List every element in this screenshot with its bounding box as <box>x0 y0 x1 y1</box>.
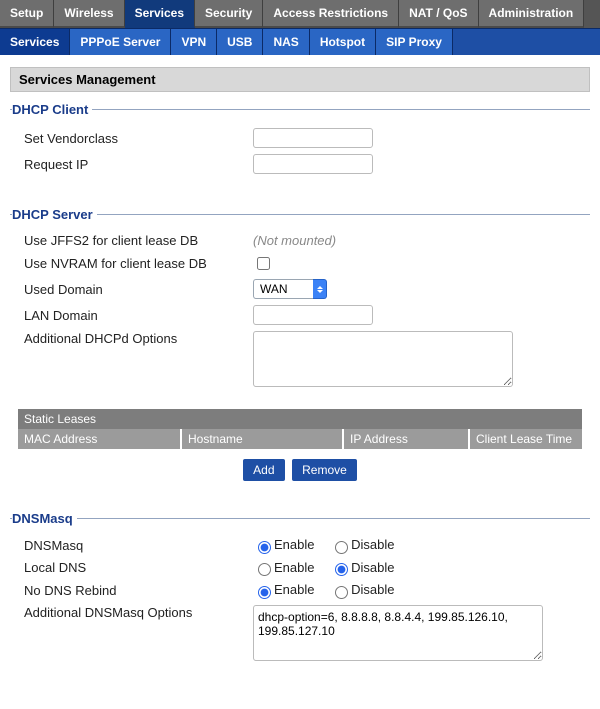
select-used-domain[interactable]: WAN <box>253 279 327 299</box>
label-jffs2: Use JFFS2 for client lease DB <box>18 233 253 248</box>
radio-dnsmasq-enable-wrap[interactable]: Enable <box>253 537 314 552</box>
static-leases-table: Static Leases MAC Address Hostname IP Ad… <box>18 409 582 449</box>
label-local-dns: Local DNS <box>18 560 253 575</box>
radio-localdns-enable[interactable] <box>258 563 271 576</box>
subtab-pppoe-server[interactable]: PPPoE Server <box>70 29 171 55</box>
textarea-dhcpd-options[interactable] <box>253 331 513 387</box>
subtab-hotspot[interactable]: Hotspot <box>310 29 376 55</box>
add-button[interactable]: Add <box>243 459 284 481</box>
tab-access-restrictions[interactable]: Access Restrictions <box>263 0 399 28</box>
section-dnsmasq: DNSMasq DNSMasq Enable Disable Local DNS… <box>10 511 590 679</box>
label-lan-domain: LAN Domain <box>18 308 253 323</box>
radio-norebind-enable[interactable] <box>258 586 271 599</box>
radio-norebind-disable-wrap[interactable]: Disable <box>330 582 394 597</box>
legend-dhcp-client: DHCP Client <box>12 102 92 117</box>
radio-enable-text: Enable <box>274 582 314 597</box>
top-nav: Setup Wireless Services Security Access … <box>0 0 600 28</box>
col-ip-address: IP Address <box>344 429 470 449</box>
radio-localdns-disable[interactable] <box>335 563 348 576</box>
radio-localdns-disable-wrap[interactable]: Disable <box>330 560 394 575</box>
label-request-ip: Request IP <box>18 157 253 172</box>
radio-enable-text: Enable <box>274 560 314 575</box>
tab-wireless[interactable]: Wireless <box>54 0 124 28</box>
radio-norebind-disable[interactable] <box>335 586 348 599</box>
remove-button[interactable]: Remove <box>292 459 357 481</box>
section-dhcp-server: DHCP Server Use JFFS2 for client lease D… <box>10 207 590 493</box>
subtab-vpn[interactable]: VPN <box>171 29 217 55</box>
label-vendorclass: Set Vendorclass <box>18 131 253 146</box>
legend-dnsmasq: DNSMasq <box>12 511 77 526</box>
input-lan-domain[interactable] <box>253 305 373 325</box>
content-area: Services Management DHCP Client Set Vend… <box>0 55 600 709</box>
col-lease-time: Client Lease Time <box>470 429 582 449</box>
radio-dnsmasq-disable[interactable] <box>335 541 348 554</box>
checkbox-nvram[interactable] <box>257 257 270 270</box>
col-hostname: Hostname <box>182 429 344 449</box>
note-not-mounted: (Not mounted) <box>253 233 582 248</box>
textarea-dnsmasq-options[interactable] <box>253 605 543 661</box>
radio-enable-text: Enable <box>274 537 314 552</box>
select-used-domain-value: WAN <box>253 279 313 299</box>
subtab-services[interactable]: Services <box>0 29 70 55</box>
input-request-ip[interactable] <box>253 154 373 174</box>
section-dhcp-client: DHCP Client Set Vendorclass Request IP <box>10 102 590 189</box>
label-nvram: Use NVRAM for client lease DB <box>18 256 253 271</box>
tab-administration[interactable]: Administration <box>479 0 585 28</box>
subtab-sip-proxy[interactable]: SIP Proxy <box>376 29 453 55</box>
tab-nat-qos[interactable]: NAT / QoS <box>399 0 478 28</box>
label-used-domain: Used Domain <box>18 282 253 297</box>
sub-nav: Services PPPoE Server VPN USB NAS Hotspo… <box>0 28 600 55</box>
tab-security[interactable]: Security <box>195 0 263 28</box>
label-dnsmasq: DNSMasq <box>18 538 253 553</box>
col-mac-address: MAC Address <box>18 429 182 449</box>
tab-setup[interactable]: Setup <box>0 0 54 28</box>
radio-norebind-enable-wrap[interactable]: Enable <box>253 582 314 597</box>
label-dnsmasq-options: Additional DNSMasq Options <box>18 605 253 620</box>
radio-dnsmasq-enable[interactable] <box>258 541 271 554</box>
static-leases-header: MAC Address Hostname IP Address Client L… <box>18 429 582 449</box>
static-leases-title: Static Leases <box>18 409 582 429</box>
radio-disable-text: Disable <box>351 582 394 597</box>
panel-title: Services Management <box>10 67 590 92</box>
chevron-updown-icon <box>313 279 327 299</box>
radio-disable-text: Disable <box>351 537 394 552</box>
radio-dnsmasq-disable-wrap[interactable]: Disable <box>330 537 394 552</box>
tab-services[interactable]: Services <box>125 0 195 28</box>
label-no-dns-rebind: No DNS Rebind <box>18 583 253 598</box>
radio-localdns-enable-wrap[interactable]: Enable <box>253 560 314 575</box>
input-vendorclass[interactable] <box>253 128 373 148</box>
radio-disable-text: Disable <box>351 560 394 575</box>
subtab-nas[interactable]: NAS <box>263 29 309 55</box>
legend-dhcp-server: DHCP Server <box>12 207 97 222</box>
subtab-usb[interactable]: USB <box>217 29 263 55</box>
label-dhcpd-options: Additional DHCPd Options <box>18 331 253 346</box>
